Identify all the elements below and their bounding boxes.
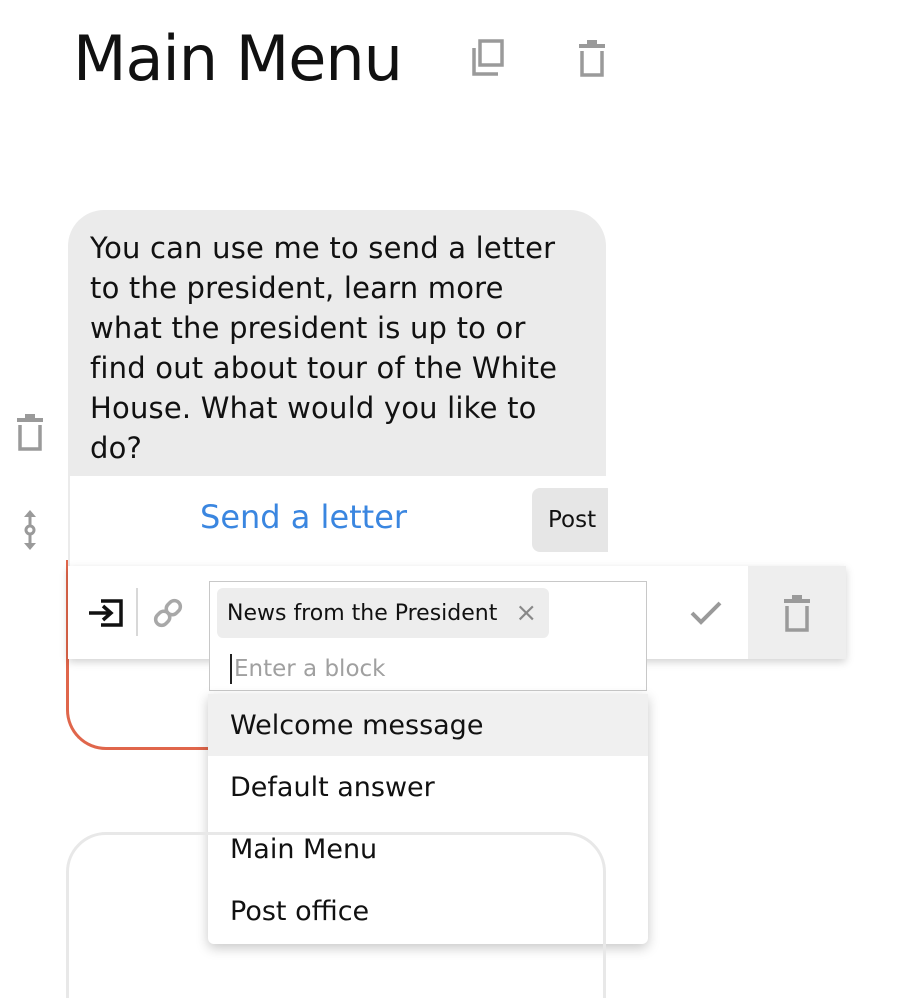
page-title: Main Menu	[73, 22, 403, 95]
block-picker: News from the President ×	[209, 581, 647, 691]
dropdown-option-welcome-message[interactable]: Welcome message	[208, 694, 648, 756]
block-search-input[interactable]	[230, 654, 634, 684]
dropdown-option-default-answer[interactable]: Default answer	[208, 756, 648, 818]
quick-replies-row: Send a letter Post	[68, 476, 608, 566]
copy-icon[interactable]	[465, 36, 509, 80]
delete-message-trash-icon[interactable]	[12, 410, 48, 454]
toolbar-trash-icon[interactable]	[748, 566, 846, 659]
check-icon[interactable]	[678, 566, 734, 659]
enter-block-icon[interactable]	[76, 566, 136, 659]
drag-handle-icon[interactable]	[12, 508, 48, 552]
message-text: You can use me to send a letter to the p…	[90, 231, 558, 465]
selected-block-label: News from the President	[227, 600, 498, 626]
quick-reply-post[interactable]: Post	[532, 488, 608, 552]
next-message-card[interactable]	[66, 832, 606, 998]
message-bubble[interactable]: You can use me to send a letter to the p…	[68, 210, 606, 476]
quick-reply-send-a-letter[interactable]: Send a letter	[200, 498, 407, 536]
trash-icon[interactable]	[570, 36, 614, 80]
page: Main Menu You can use me to send a lette…	[0, 0, 924, 998]
remove-tag-icon[interactable]: ×	[515, 600, 537, 626]
link-icon[interactable]	[138, 566, 198, 659]
selected-block-tag: News from the President ×	[217, 588, 550, 638]
